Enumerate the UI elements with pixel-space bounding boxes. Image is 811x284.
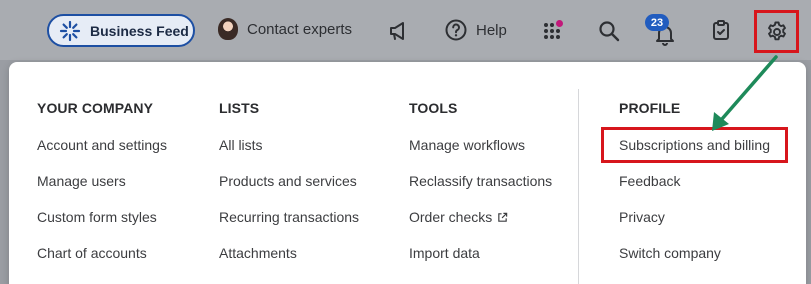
help-button[interactable]: Help <box>444 18 507 42</box>
search-button[interactable] <box>597 19 621 43</box>
avatar <box>218 18 238 40</box>
your-company-heading: YOUR COMPANY <box>37 100 154 116</box>
search-icon <box>599 21 620 42</box>
menu-item-order-checks[interactable]: Order checks <box>409 199 552 235</box>
settings-dropdown-menu: YOUR COMPANY Account and settings Manage… <box>9 62 806 284</box>
menu-item-import-data[interactable]: Import data <box>409 235 552 271</box>
menu-item-attachments[interactable]: Attachments <box>219 235 359 271</box>
column-divider <box>578 89 579 284</box>
settings-button-highlight[interactable] <box>754 10 799 53</box>
clipboard-icon <box>713 20 729 40</box>
apps-grid-icon <box>544 20 563 39</box>
menu-item-reclassify-transactions[interactable]: Reclassify transactions <box>409 163 552 199</box>
tools-heading: TOOLS <box>409 100 458 116</box>
menu-item-feedback[interactable]: Feedback <box>619 163 770 199</box>
gear-icon <box>768 21 786 41</box>
profile-column: PROFILE Subscriptions and billing Feedba… <box>619 98 770 271</box>
help-icon <box>445 19 467 41</box>
help-label: Help <box>476 21 507 39</box>
your-company-column: YOUR COMPANY Account and settings Manage… <box>37 98 167 271</box>
top-toolbar: Business Feed Contact experts Help 23 <box>0 0 811 60</box>
sparkle-icon <box>59 20 81 42</box>
menu-item-chart-of-accounts[interactable]: Chart of accounts <box>37 235 167 271</box>
apps-button[interactable] <box>541 19 565 43</box>
megaphone-icon <box>390 22 404 40</box>
menu-item-recurring-transactions[interactable]: Recurring transactions <box>219 199 359 235</box>
tasks-button[interactable] <box>709 18 733 42</box>
order-checks-label: Order checks <box>409 209 493 225</box>
menu-item-manage-workflows[interactable]: Manage workflows <box>409 127 552 163</box>
menu-item-switch-company[interactable]: Switch company <box>619 235 770 271</box>
menu-item-custom-form-styles[interactable]: Custom form styles <box>37 199 167 235</box>
profile-heading: PROFILE <box>619 100 681 116</box>
contact-experts-button[interactable]: Contact experts <box>218 18 352 40</box>
menu-item-all-lists[interactable]: All lists <box>219 127 359 163</box>
external-link-icon <box>498 212 508 222</box>
business-feed-button[interactable]: Business Feed <box>47 14 195 47</box>
lists-column: LISTS All lists Products and services Re… <box>219 98 359 271</box>
menu-item-manage-users[interactable]: Manage users <box>37 163 167 199</box>
notifications-button[interactable]: 23 <box>645 14 679 46</box>
contact-experts-label: Contact experts <box>247 20 353 38</box>
notification-count-badge: 23 <box>645 14 669 31</box>
business-feed-label: Business Feed <box>90 22 189 39</box>
menu-item-account-settings[interactable]: Account and settings <box>37 127 167 163</box>
tools-column: TOOLS Manage workflows Reclassify transa… <box>409 98 552 271</box>
menu-item-privacy[interactable]: Privacy <box>619 199 770 235</box>
menu-item-products-services[interactable]: Products and services <box>219 163 359 199</box>
lists-heading: LISTS <box>219 100 260 116</box>
menu-item-subscriptions-billing[interactable]: Subscriptions and billing <box>619 127 770 163</box>
megaphone-button[interactable] <box>387 19 411 43</box>
